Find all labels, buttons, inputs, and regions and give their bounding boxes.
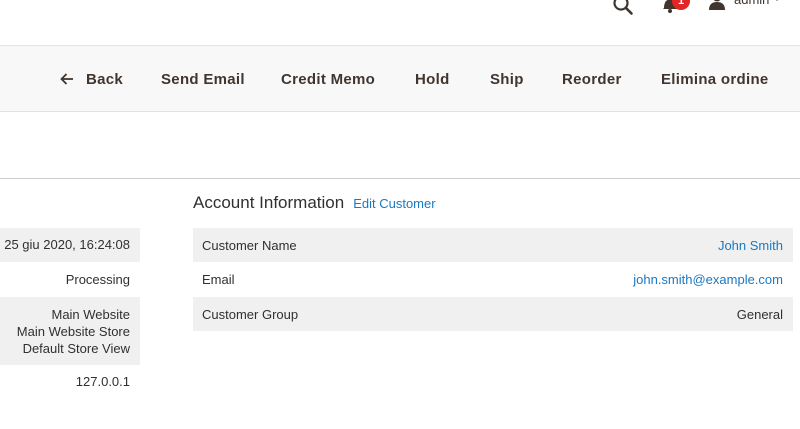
placed-from-ip: 127.0.0.1 xyxy=(75,374,130,389)
account-information-title: Account Information xyxy=(193,193,345,212)
admin-header: 1 admin xyxy=(0,0,800,16)
ship-button[interactable]: Ship xyxy=(490,46,524,112)
table-row: Customer Name John Smith xyxy=(193,228,793,262)
delete-order-button[interactable]: Elimina ordine xyxy=(661,46,769,112)
table-row: Email john.smith@example.com xyxy=(193,262,793,297)
chevron-down-icon xyxy=(773,0,782,1)
section-divider xyxy=(0,178,800,179)
order-status: Processing xyxy=(65,272,130,287)
admin-user-menu[interactable]: admin xyxy=(708,0,782,15)
account-information-table: Customer Name John Smith Email john.smit… xyxy=(193,228,793,331)
order-date: 25 giu 2020, 16:24:08 xyxy=(0,228,140,262)
send-email-button[interactable]: Send Email xyxy=(161,46,245,112)
customer-group-label: Customer Group xyxy=(202,306,299,322)
page-actions-toolbar: Back Send Email Credit Memo Hold Ship Re… xyxy=(0,45,800,112)
customer-name-label: Customer Name xyxy=(202,237,297,253)
reorder-button[interactable]: Reorder xyxy=(562,46,622,112)
account-information-heading: Account Information Edit Customer xyxy=(193,193,436,213)
admin-username: admin xyxy=(734,0,769,6)
arrow-left-icon xyxy=(60,73,73,85)
customer-group-value: General xyxy=(736,306,783,322)
search-icon[interactable] xyxy=(612,0,634,16)
email-label: Email xyxy=(202,272,235,287)
order-information-column: 25 giu 2020, 16:24:08 Processing Main We… xyxy=(0,228,140,399)
customer-email-link[interactable]: john.smith@example.com xyxy=(633,272,783,287)
store-name: Main Website Store xyxy=(16,324,130,339)
store-website: Main Website xyxy=(51,307,130,322)
edit-customer-link[interactable]: Edit Customer xyxy=(353,196,435,211)
back-button[interactable]: Back xyxy=(60,46,123,112)
hold-button[interactable]: Hold xyxy=(415,46,450,112)
purchased-from: Main Website Main Website Store Default … xyxy=(0,297,140,365)
back-label: Back xyxy=(86,70,124,88)
store-view: Default Store View xyxy=(22,341,130,356)
customer-name-link[interactable]: John Smith xyxy=(718,238,783,253)
credit-memo-button[interactable]: Credit Memo xyxy=(281,46,375,112)
user-avatar-icon xyxy=(708,0,726,15)
table-row: Customer Group General xyxy=(193,297,793,331)
